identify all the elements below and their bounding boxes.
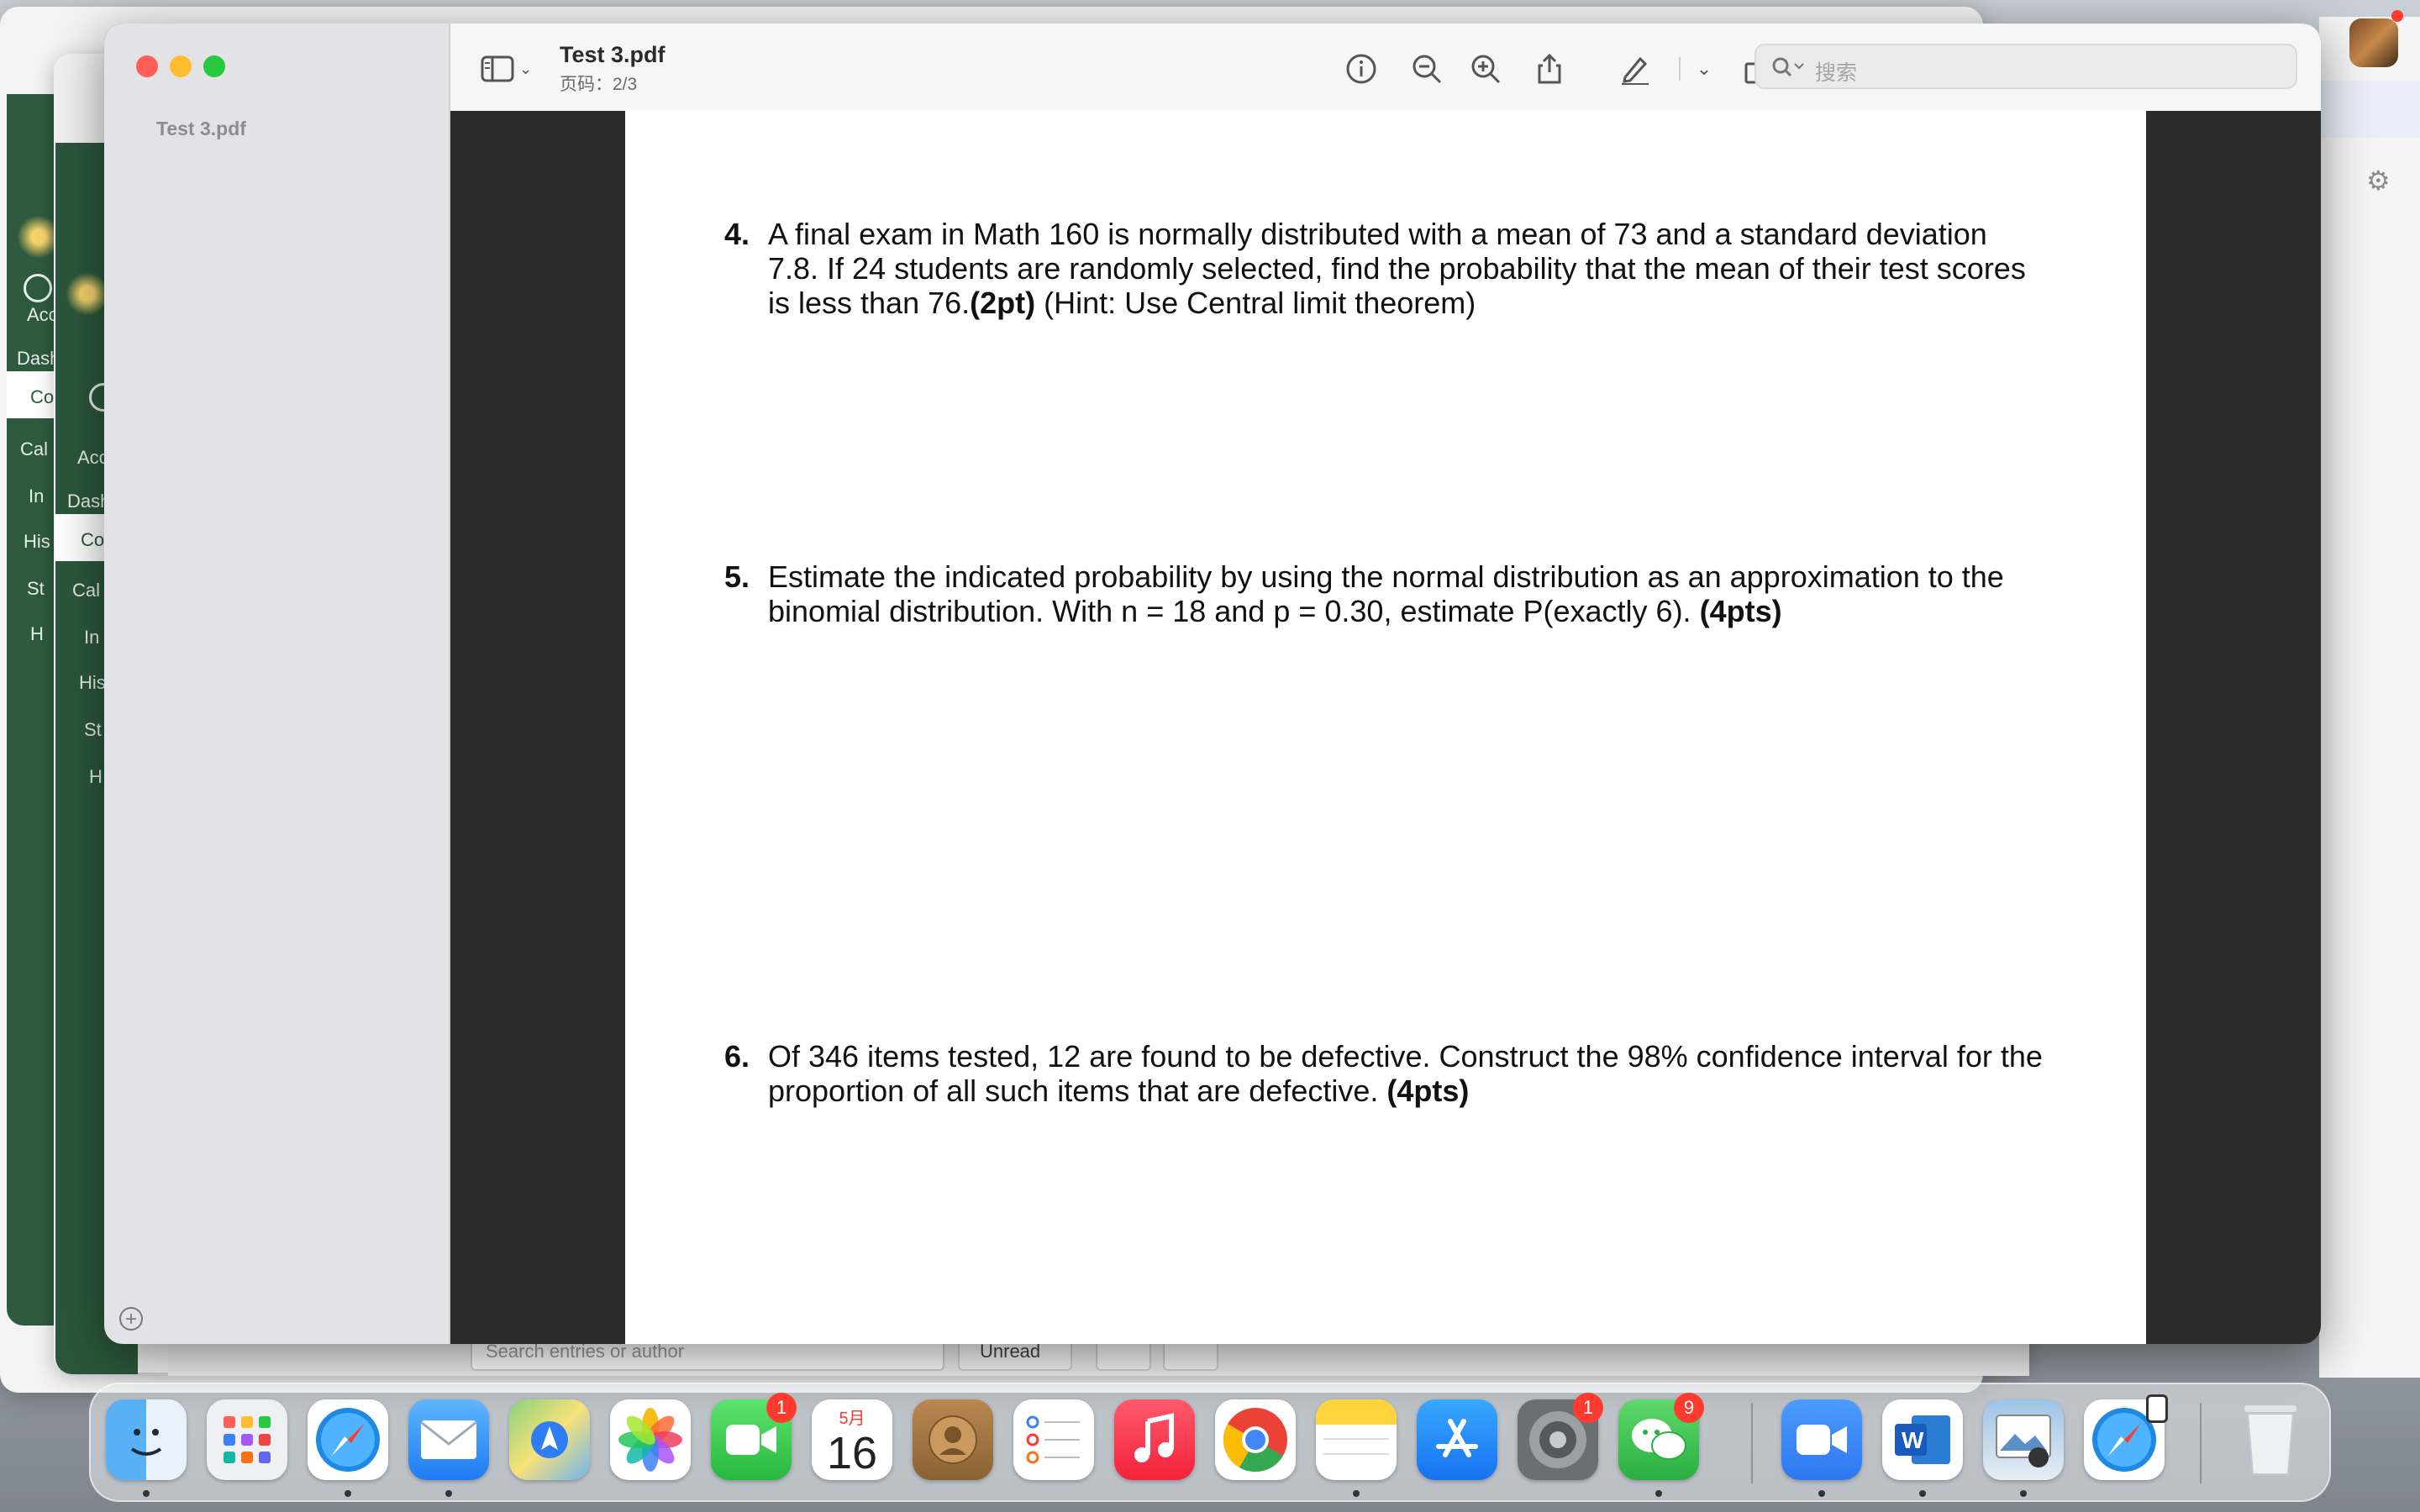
add-icon[interactable]: +: [119, 1307, 143, 1331]
nav-label-help: H: [89, 766, 103, 787]
markup-pen-icon[interactable]: [1615, 49, 1655, 89]
wechat-icon[interactable]: 9: [1618, 1393, 1704, 1480]
safari-web-app-icon[interactable]: [2084, 1394, 2168, 1480]
nav-label-courses: Co: [30, 386, 55, 407]
running-indicator: [345, 1490, 351, 1497]
notes-line: [1323, 1453, 1389, 1455]
device-icon: [2146, 1394, 2168, 1423]
sidebar-icon: [481, 55, 514, 82]
contacts-icon[interactable]: [913, 1399, 993, 1480]
info-icon[interactable]: [1341, 49, 1381, 89]
right-background-app: [2319, 17, 2420, 1378]
share-icon[interactable]: [1529, 49, 1570, 89]
trash-icon[interactable]: [2230, 1399, 2311, 1480]
notification-dot: [2391, 10, 2403, 22]
nav-label-inbox: In: [84, 627, 100, 648]
pdf-page: 4. A final exam in Math 160 is normally …: [625, 111, 2146, 1344]
question-points: (4pts): [1386, 1074, 1470, 1108]
facetime-badge: 1: [766, 1393, 797, 1423]
word-icon[interactable]: W: [1882, 1399, 1963, 1480]
gear-icon[interactable]: ⚙: [2366, 165, 2391, 197]
calendar-month: 5月: [812, 1408, 892, 1430]
search-placeholder: 搜索: [1815, 61, 1858, 85]
document-title: Test 3.pdf: [560, 42, 666, 67]
dock: 1 5月 16 1 9 W: [89, 1383, 2331, 1502]
calendar-icon[interactable]: 5月 16: [812, 1399, 892, 1480]
mail-icon[interactable]: [408, 1399, 489, 1480]
toolbar-divider: [1679, 57, 1681, 81]
music-icon[interactable]: [1114, 1399, 1195, 1480]
svg-text:W: W: [1902, 1427, 1924, 1453]
maps-icon[interactable]: [509, 1399, 590, 1480]
question-number: 6.: [724, 1039, 750, 1074]
chevron-down-icon[interactable]: ⌄: [1689, 49, 1719, 89]
running-indicator: [1919, 1490, 1926, 1497]
zoom-button[interactable]: [203, 55, 225, 77]
nav-label-courses: Co: [81, 529, 105, 550]
dock-divider: [2200, 1403, 2202, 1483]
search-input[interactable]: 搜索: [1754, 44, 2297, 89]
question-4: 4. A final exam in Math 160 is normally …: [724, 217, 2045, 320]
search-icon: [1772, 57, 1804, 77]
reminders-icon[interactable]: [1013, 1399, 1094, 1480]
document-viewer[interactable]: 4. A final exam in Math 160 is normally …: [450, 111, 2321, 1344]
question-points: (2pt): [970, 286, 1036, 320]
notes-icon[interactable]: [1316, 1399, 1397, 1480]
running-indicator: [1353, 1490, 1360, 1497]
running-indicator: [1655, 1490, 1662, 1497]
notes-line: [1323, 1438, 1389, 1440]
finder-icon[interactable]: [106, 1399, 187, 1480]
zoom-in-icon[interactable]: [1465, 49, 1506, 89]
chevron-down-icon: ⌄: [519, 60, 533, 77]
sidebar-toggle-button[interactable]: ⌄: [481, 52, 550, 86]
settings-badge: 1: [1573, 1393, 1603, 1423]
photos-icon[interactable]: [610, 1399, 691, 1480]
close-button[interactable]: [136, 55, 158, 77]
right-app-highlight: [2319, 81, 2420, 138]
question-number: 4.: [724, 217, 750, 251]
notes-header: [1316, 1399, 1397, 1425]
calendar-day: 16: [826, 1428, 878, 1478]
running-indicator: [1818, 1490, 1825, 1497]
avatar[interactable]: [2349, 18, 2398, 67]
app-store-icon[interactable]: [1417, 1399, 1497, 1480]
nav-label-inbox: In: [29, 486, 45, 507]
launchpad-icon[interactable]: [207, 1399, 287, 1480]
question-text: Estimate the indicated probability by us…: [768, 559, 2004, 628]
page-indicator: 页码：2/3: [560, 75, 638, 94]
nav-label-calendar: Cal: [20, 438, 49, 459]
sidebar-file-name[interactable]: Test 3.pdf: [156, 118, 246, 140]
nav-label-studio: St: [27, 578, 45, 599]
nav-label-help: H: [30, 623, 44, 644]
question-6: 6. Of 346 items tested, 12 are found to …: [724, 1039, 2045, 1108]
safari-icon[interactable]: [308, 1399, 388, 1480]
chrome-icon[interactable]: [1215, 1399, 1296, 1480]
running-indicator: [2020, 1490, 2027, 1497]
running-indicator: [445, 1490, 452, 1497]
dock-divider: [1751, 1403, 1753, 1483]
toolbar: ⌄ Test 3.pdf 页码：2/3 ⌄ 搜索: [450, 24, 2321, 113]
minimize-button[interactable]: [170, 55, 192, 77]
nav-label-history: His: [79, 672, 106, 693]
account-icon: [24, 274, 52, 302]
question-number: 5.: [724, 559, 750, 594]
facetime-icon[interactable]: 1: [711, 1393, 797, 1480]
preview-window: Test 3.pdf + ⌄ Test 3.pdf 页码：2/3 ⌄ 搜索 4.…: [104, 24, 2321, 1344]
zoom-out-icon[interactable]: [1407, 49, 1447, 89]
nav-label-studio: St: [84, 719, 102, 740]
zoom-app-icon[interactable]: [1781, 1399, 1862, 1480]
thumbnail-sidebar: Test 3.pdf +: [104, 24, 450, 1344]
system-settings-icon[interactable]: 1: [1518, 1393, 1603, 1480]
running-indicator: [143, 1490, 150, 1497]
preview-app-icon[interactable]: [1983, 1399, 2064, 1480]
question-hint: (Hint: Use Central limit theorem): [1035, 286, 1476, 320]
question-5: 5. Estimate the indicated probability by…: [724, 559, 2045, 628]
nav-label-history: His: [24, 531, 50, 552]
question-points: (4pts): [1699, 594, 1782, 628]
nav-label-calendar: Cal: [72, 580, 101, 601]
wechat-badge: 9: [1674, 1393, 1704, 1423]
